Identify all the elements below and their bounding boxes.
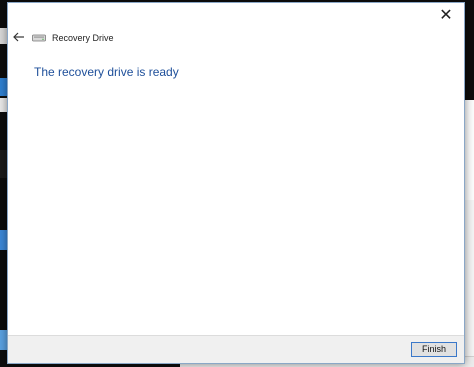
desktop-icon-fragment <box>0 28 7 44</box>
back-button[interactable] <box>10 27 30 47</box>
close-button[interactable]: ✕ <box>432 5 460 27</box>
dialog-title-row: Recovery Drive <box>32 29 114 47</box>
back-arrow-icon <box>13 32 24 42</box>
desktop-icon-fragment <box>0 98 7 112</box>
desktop-background: ✕ Recovery Drive The recovery drive is r… <box>0 0 474 367</box>
page-heading: The recovery drive is ready <box>34 65 179 79</box>
dialog-footer: Finish <box>8 335 464 363</box>
dialog-title: Recovery Drive <box>52 33 114 43</box>
finish-button[interactable]: Finish <box>411 342 457 357</box>
recovery-drive-dialog: ✕ Recovery Drive The recovery drive is r… <box>7 2 465 364</box>
close-icon: ✕ <box>439 7 453 24</box>
desktop-icon-fragment <box>0 78 7 96</box>
desktop-icon-fragment <box>0 330 7 350</box>
desktop-icon-fragment <box>0 230 7 250</box>
drive-icon <box>32 34 46 42</box>
